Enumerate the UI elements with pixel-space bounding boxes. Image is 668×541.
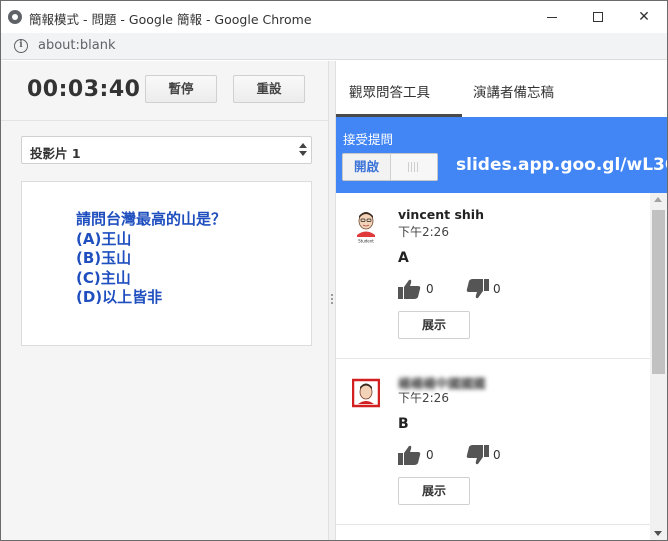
downvote-count: 0 [493,448,501,462]
slide-option-a: (A)王山 [76,229,132,248]
question-text: A [398,250,409,266]
slide-preview: 請問台灣最高的山是？ (A)王山 (B)玉山 (C)主山 (D)以上皆非 [21,181,312,346]
divider [1,120,328,121]
slide-question: 請問台灣最高的山是？ [76,210,227,228]
panel-splitter[interactable] [328,61,336,540]
thumbs-down-icon [466,279,489,299]
question-time: 下午2:26 [398,225,449,239]
upvote-count: 0 [426,282,434,296]
window-title: 簡報模式 - 問題 - Google 簡報 - Google Chrome [29,12,312,27]
maximize-icon [593,12,603,22]
tab-speaker-notes[interactable]: 演講者備忘稿 [473,81,554,101]
qa-header: 接受提問 開啟 slides.app.goo.gl/wL3QG [336,117,667,193]
question-text: B [398,416,409,432]
tab-audience-qa[interactable]: 觀眾問答工具 [349,81,430,101]
reset-button[interactable]: 重設 [233,75,305,103]
pause-button[interactable]: 暫停 [145,75,217,103]
question-card: Student vincent shih 下午2:26 A 0 0 展示 [336,193,650,359]
toggle-off-handle[interactable] [391,154,437,180]
slide-option-d: (D)以上皆非 [76,288,163,306]
slide-select[interactable]: 投影片 1 [21,136,312,164]
present-button[interactable]: 展示 [398,311,470,339]
chrome-icon [8,10,22,24]
question-list: Student vincent shih 下午2:26 A 0 0 展示 楊楊楊… [336,193,650,540]
qa-link[interactable]: slides.app.goo.gl/wL3QG [456,155,667,175]
question-card: 楊楊楊中國國國 下午2:26 B 0 0 展示 [336,359,650,525]
close-icon: ✕ [638,9,650,25]
address-bar[interactable]: i about:blank [1,33,667,60]
thumbs-up-icon [398,445,421,465]
maximize-button[interactable] [575,1,621,33]
scroll-up-icon[interactable] [654,197,662,202]
minimize-icon [547,16,557,18]
slide-option-b: (B)玉山 [76,249,132,267]
thumbs-up-icon [398,279,421,299]
info-icon[interactable]: i [14,39,28,53]
slide-option-c: (C)主山 [76,268,131,287]
toggle-on-label[interactable]: 開啟 [343,154,391,180]
browser-window: 簡報模式 - 問題 - Google 簡報 - Google Chrome ✕ … [0,0,668,541]
scrollbar[interactable] [650,193,667,540]
question-author: vincent shih [398,207,484,222]
avatar: Student [352,210,380,244]
close-button[interactable]: ✕ [621,1,667,33]
minimize-button[interactable] [529,1,575,33]
drag-handle-icon[interactable] [331,294,333,306]
slide-content: 請問台灣最高的山是？ (A)王山 (B)玉山 (C)主山 (D)以上皆非 [76,210,226,308]
slide-select-value: 投影片 1 [30,146,81,161]
url-text[interactable]: about:blank [38,38,116,53]
title-bar: 簡報模式 - 問題 - Google 簡報 - Google Chrome ✕ [1,1,667,33]
qa-header-title: 接受提問 [343,132,394,147]
svg-text:Student: Student [358,239,374,244]
presentation-timer: 00:03:40 [27,77,141,102]
select-arrows-icon [299,142,307,158]
question-time: 下午2:26 [398,391,449,405]
scroll-down-icon[interactable] [654,531,662,536]
presenter-panel: 00:03:40 暫停 重設 投影片 1 請問台灣最高的山是？ (A)王山 (B… [1,61,328,540]
tab-bar: 觀眾問答工具 演講者備忘稿 [336,61,667,117]
thumbs-down-icon [466,445,489,465]
scrollbar-thumb[interactable] [652,210,665,374]
present-button[interactable]: 展示 [398,477,470,505]
downvote-count: 0 [493,282,501,296]
qa-panel: 觀眾問答工具 演講者備忘稿 接受提問 開啟 slides.app.goo.gl/… [336,61,667,540]
avatar [352,376,380,410]
accept-questions-toggle[interactable]: 開啟 [342,153,438,181]
upvote-count: 0 [426,448,434,462]
